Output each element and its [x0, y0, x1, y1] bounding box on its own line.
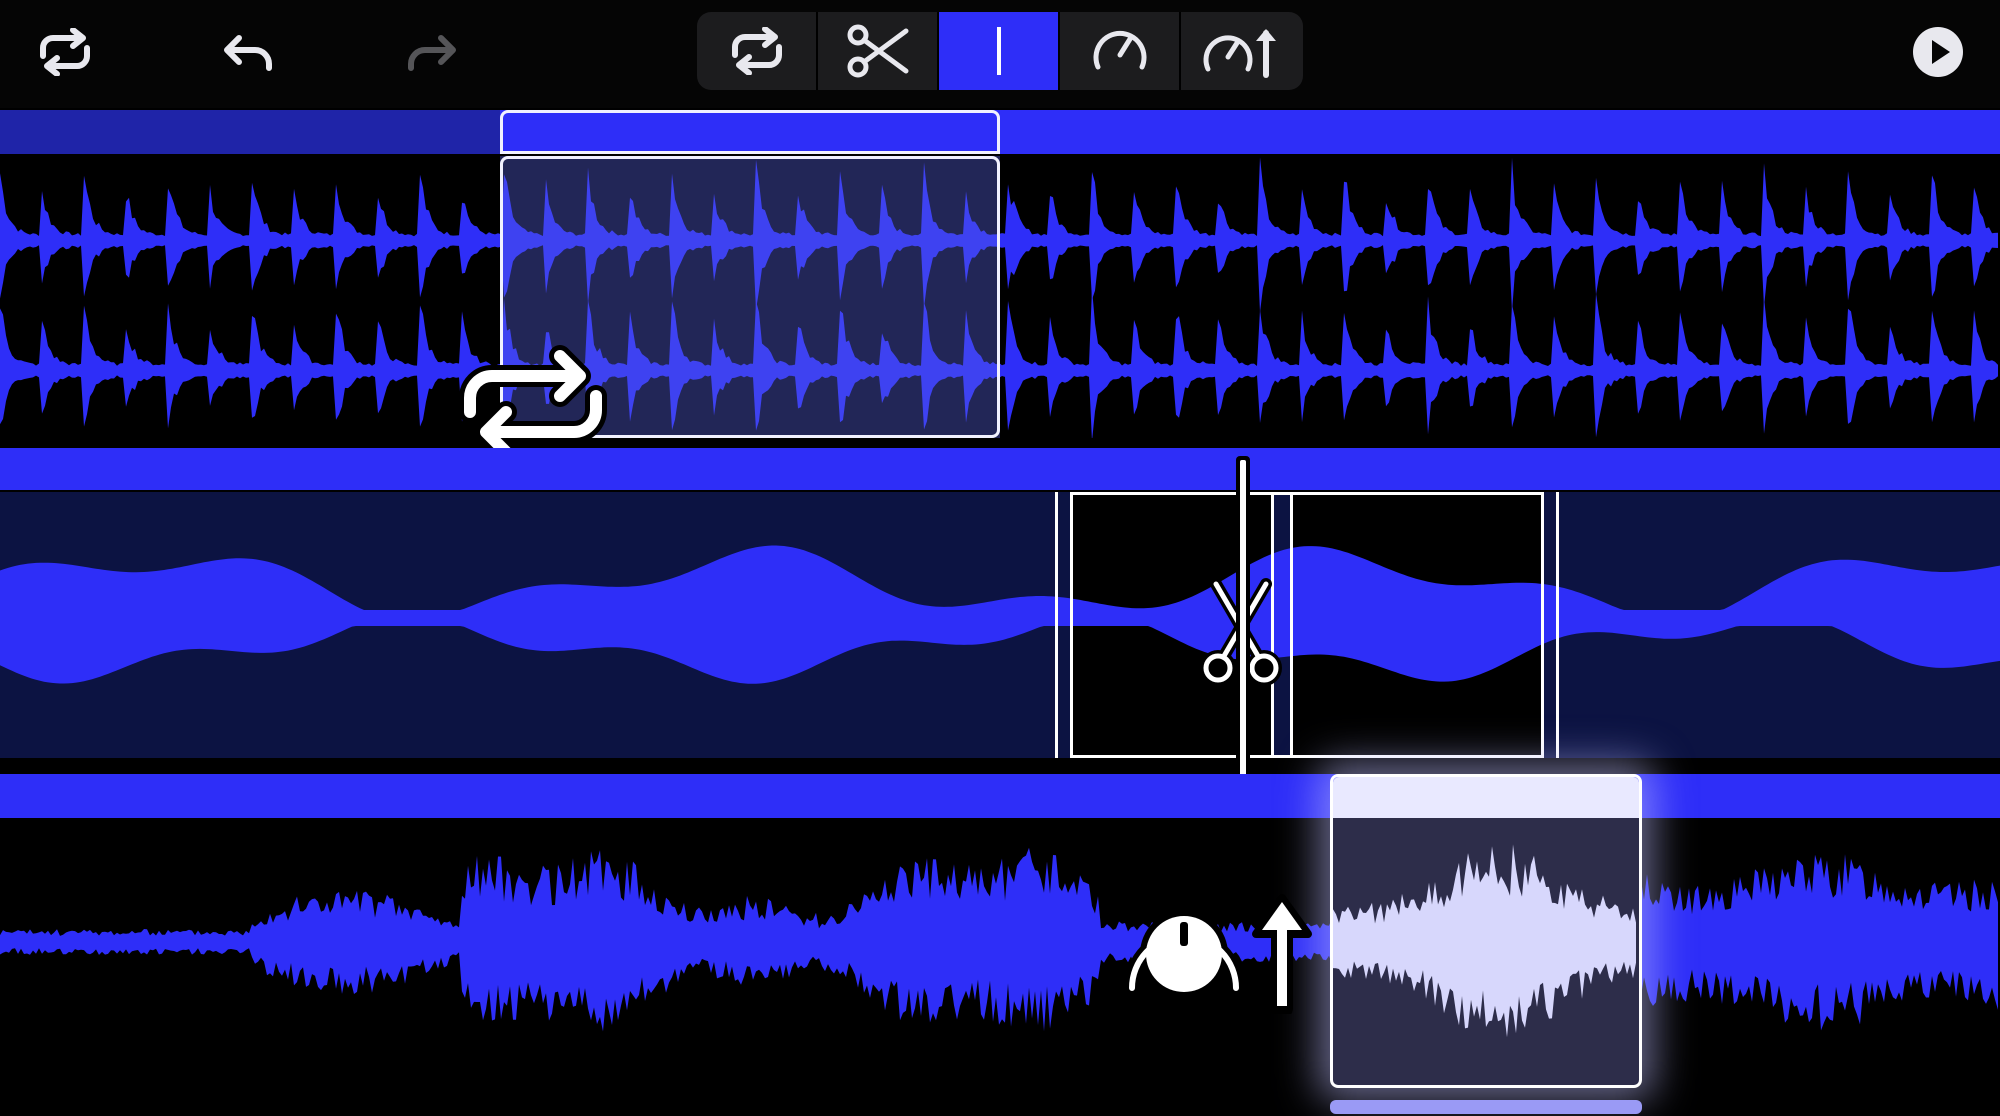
- playhead-line-icon: [996, 27, 1001, 75]
- loop-tool-button[interactable]: [697, 12, 818, 90]
- cut-tool-button[interactable]: [818, 12, 939, 90]
- redo-icon: [408, 35, 456, 71]
- gain-knob-icon: [1124, 894, 1312, 1014]
- gain-boost-tool-button[interactable]: [1181, 12, 1302, 90]
- cut-handle-mid-right[interactable]: [1290, 492, 1293, 758]
- track-header[interactable]: [0, 774, 2000, 818]
- pad-envelope: [0, 545, 2000, 684]
- cut-region-top-edge: [1070, 492, 1543, 495]
- undo-button[interactable]: [212, 22, 282, 82]
- loop-region-header[interactable]: [500, 110, 1000, 154]
- gauge-up-icon: [1203, 29, 1276, 78]
- gain-region-scroll-handle[interactable]: [1330, 1100, 1642, 1114]
- loop-toggle-button[interactable]: [30, 22, 100, 82]
- play-button[interactable]: [1908, 22, 1968, 82]
- cut-region-bottom-edge: [1070, 755, 1543, 758]
- gauge-icon: [1093, 30, 1146, 70]
- playhead-line: [1240, 460, 1246, 796]
- redo-button[interactable]: [398, 22, 468, 82]
- play-icon: [1913, 27, 1963, 77]
- pad-waveform: [0, 545, 2000, 684]
- undo-icon: [224, 35, 272, 71]
- loop-icon: [40, 28, 90, 76]
- scissors-icon: [847, 24, 908, 78]
- gain-region[interactable]: [1330, 774, 1642, 1088]
- cut-handle-right-inner[interactable]: [1541, 492, 1544, 758]
- tool-selector: [697, 12, 1303, 90]
- pad-track[interactable]: [0, 446, 2000, 764]
- cut-handle-left[interactable]: [1055, 492, 1058, 758]
- cut-handle-left-inner[interactable]: [1070, 492, 1073, 758]
- gain-region-header: [1333, 777, 1639, 818]
- vocal-waveform: [0, 844, 1998, 1038]
- cut-handle-right[interactable]: [1556, 492, 1559, 758]
- vocal-track[interactable]: [0, 772, 2000, 1116]
- split-tool-button[interactable]: [939, 12, 1060, 90]
- track-header[interactable]: [0, 448, 2000, 490]
- track-header-dim-region: [0, 110, 500, 154]
- gain-tool-button[interactable]: [1060, 12, 1181, 90]
- vocal-waveform-right: [1641, 854, 1998, 1031]
- drum-track[interactable]: [0, 108, 2000, 463]
- loop-icon: [731, 27, 782, 75]
- drum-waveform: [0, 157, 1998, 438]
